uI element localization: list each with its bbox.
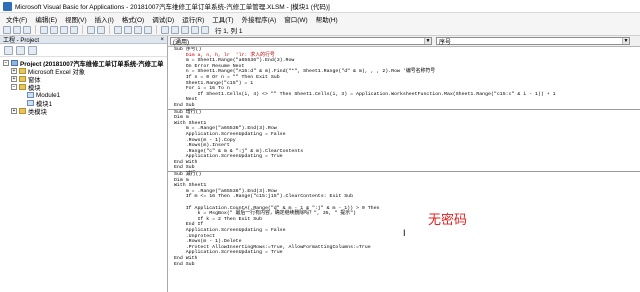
- project-icon: [11, 60, 18, 66]
- run-icon[interactable]: [114, 25, 122, 34]
- project-explorer-icon[interactable]: [161, 25, 169, 34]
- redo-icon[interactable]: [97, 25, 105, 34]
- close-icon[interactable]: ×: [160, 37, 164, 43]
- project-explorer: 工程 - Project × − Project (20181007汽车维修工单订…: [0, 36, 168, 292]
- collapse-icon[interactable]: −: [3, 60, 9, 66]
- folder-icon: [19, 68, 26, 74]
- object-dropdown-value: (通用): [173, 39, 189, 46]
- folder-icon: [19, 76, 26, 82]
- toolbar-separator: [156, 25, 157, 34]
- expand-icon[interactable]: +: [11, 68, 17, 74]
- tree-item-label: 类模块: [28, 108, 47, 116]
- tree-item[interactable]: + Microsoft Excel 对象: [0, 67, 167, 75]
- chevron-down-icon[interactable]: ▼: [424, 38, 431, 44]
- folder-icon: [19, 84, 26, 90]
- menu-item[interactable]: 格式(O): [118, 14, 148, 24]
- tree-item[interactable]: 模块1: [0, 99, 167, 107]
- copy-icon[interactable]: [50, 25, 58, 34]
- annotation-text: 无密码: [428, 213, 468, 228]
- mouse-cursor-icon: I: [403, 228, 406, 238]
- tree-item-label: Microsoft Excel 对象: [28, 68, 86, 76]
- break-icon[interactable]: [124, 25, 132, 34]
- collapse-icon[interactable]: −: [11, 84, 17, 90]
- tree-item[interactable]: Module1: [0, 91, 167, 99]
- save-icon[interactable]: [23, 25, 31, 34]
- procedure-dropdown[interactable]: 序号 ▼: [436, 37, 630, 46]
- project-toolbar: [0, 44, 167, 57]
- toggle-folders-icon[interactable]: [28, 45, 37, 55]
- view-code-icon[interactable]: [4, 45, 13, 55]
- toolbox-icon[interactable]: [191, 25, 199, 34]
- tree-item-label: 模块: [28, 84, 41, 92]
- tree-item[interactable]: − 模块: [0, 83, 167, 91]
- procedure-dropdown-value: 序号: [439, 39, 452, 46]
- window-title: Microsoft Visual Basic for Applications …: [15, 4, 330, 11]
- code-window: (通用) ▼ 序号 ▼ Sub 序号() Dim a, n, h, lr 'lr…: [168, 36, 640, 292]
- code-editor[interactable]: Sub 序号() Dim a, n, h, lr 'lr: 求入的行号 m = …: [168, 47, 640, 292]
- reset-icon[interactable]: [134, 25, 142, 34]
- menu-item[interactable]: 运行(R): [178, 14, 208, 24]
- menu-item[interactable]: 外接程序(A): [238, 14, 281, 24]
- menu-item[interactable]: 调试(D): [148, 14, 178, 24]
- tree-item-label: 窗体: [28, 76, 41, 84]
- expand-icon[interactable]: +: [11, 108, 17, 114]
- menu-item[interactable]: 窗口(W): [280, 14, 311, 24]
- view-object-icon[interactable]: [16, 45, 25, 55]
- tree-item[interactable]: + 窗体: [0, 75, 167, 83]
- menu-item[interactable]: 帮助(H): [312, 14, 342, 24]
- chevron-down-icon[interactable]: ▼: [622, 38, 629, 44]
- code-combos: (通用) ▼ 序号 ▼: [168, 36, 640, 47]
- design-mode-icon[interactable]: [144, 25, 152, 34]
- project-title: 工程 - Project: [3, 38, 40, 44]
- menu-item[interactable]: 插入(I): [91, 14, 118, 24]
- insert-module-icon[interactable]: [13, 25, 21, 34]
- module-icon: [27, 100, 34, 106]
- code-line: End Sub: [174, 261, 195, 267]
- toolbar-separator: [35, 25, 36, 34]
- folder-icon: [19, 108, 26, 114]
- menu-bar: 文件(F) 编辑(E) 视图(V) 插入(I) 格式(O) 调试(D) 运行(R) 工具(T)…: [0, 13, 640, 24]
- standard-toolbar: 行 1, 列 1: [0, 24, 640, 36]
- expand-icon[interactable]: +: [11, 76, 17, 82]
- title-bar: Microsoft Visual Basic for Applications …: [0, 0, 640, 13]
- tree-item-label: Project (20181007汽车维修工单订单系统-汽修工单: [20, 60, 164, 68]
- undo-icon[interactable]: [87, 25, 95, 34]
- project-header: 工程 - Project ×: [0, 36, 167, 44]
- cut-icon[interactable]: [40, 25, 48, 34]
- properties-icon[interactable]: [171, 25, 179, 34]
- find-icon[interactable]: [70, 25, 78, 34]
- tree-item[interactable]: − Project (20181007汽车维修工单订单系统-汽修工单: [0, 59, 167, 67]
- object-dropdown[interactable]: (通用) ▼: [170, 37, 432, 46]
- excel-view-icon[interactable]: [3, 25, 11, 34]
- menu-item[interactable]: 文件(F): [2, 14, 31, 24]
- help-icon[interactable]: [201, 25, 209, 34]
- tree-item[interactable]: + 类模块: [0, 107, 167, 115]
- paste-icon[interactable]: [60, 25, 68, 34]
- cursor-position: 行 1, 列 1: [215, 27, 243, 35]
- tree-item-label: Module1: [36, 91, 61, 99]
- vba-app-icon: [3, 1, 12, 11]
- module-icon: [27, 92, 34, 98]
- menu-item[interactable]: 工具(T): [208, 14, 237, 24]
- tree-item-label: 模块1: [36, 100, 53, 108]
- toolbar-separator: [109, 25, 110, 34]
- toolbar-separator: [82, 25, 83, 34]
- menu-item[interactable]: 视图(V): [61, 14, 91, 24]
- object-browser-icon[interactable]: [181, 25, 189, 34]
- project-tree: − Project (20181007汽车维修工单订单系统-汽修工单 + Micros…: [0, 57, 167, 115]
- menu-item[interactable]: 编辑(E): [31, 14, 61, 24]
